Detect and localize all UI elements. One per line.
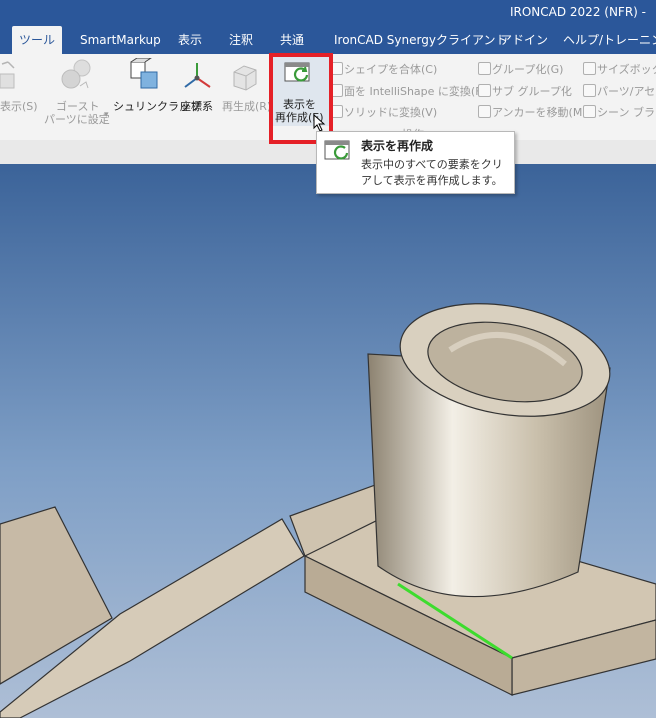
combine-shape-button[interactable]: シェイプを合体(C) [344,61,437,77]
ribbon-tab-bar: ツール SmartMarkup 表示 注釈 共通 IronCAD Synergy… [0,26,656,54]
coordinate-system-button[interactable]: 座標系 [178,58,218,118]
shrinkwrap-button[interactable]: シュリンクラップ [113,58,201,118]
anchor-icon [478,105,491,118]
app-title: IRONCAD 2022 (NFR) - [509,5,646,19]
size-box-button[interactable]: サイズボックス [597,61,656,77]
move-anchor-button[interactable]: アンカーを移動(M) [492,104,587,120]
ghost-label-line2: パーツに設定 [44,113,110,126]
tab-common[interactable]: 共通 [280,26,304,54]
tooltip-description: 表示中のすべての要素をクリアして表示を再作成します。 [361,158,503,187]
redraw-tooltip-icon [324,140,350,160]
coordinate-system-icon [184,63,211,88]
parts-assembly-button[interactable]: パーツ/アセン [597,83,656,99]
title-bar: IRONCAD 2022 (NFR) - [0,0,656,26]
model-scene [0,303,656,718]
regenerate-label: 再生成(R) [222,100,272,113]
coordinate-system-label: 座標系 [180,100,213,113]
show-button[interactable]: 表示(S) [0,58,38,118]
tab-annotation[interactable]: 注釈 [229,26,253,54]
3d-viewport[interactable] [0,164,656,718]
chevron-down-icon[interactable]: ▾ [104,110,109,120]
shrinkwrap-icon [130,58,158,89]
tab-help-training[interactable]: ヘルプ/トレーニング [563,26,656,54]
sub-group-icon [478,84,491,97]
parts-assembly-icon [583,84,596,97]
grouping-icon [478,62,491,75]
grouping-button[interactable]: グループ化(G) [492,61,563,77]
show-label: 表示(S) [0,100,38,113]
tab-tools[interactable]: ツール [12,26,62,54]
tooltip-title: 表示を再作成 [361,139,434,153]
tab-view[interactable]: 表示 [178,26,202,54]
show-icon [0,61,15,89]
size-box-icon [583,62,596,75]
tab-addin[interactable]: アドイン [500,26,548,54]
tooltip: 表示を再作成 表示中のすべての要素をクリアして表示を再作成します。 [316,131,515,194]
ghost-parts-button[interactable]: ゴースト パーツに設定 ▾ [44,58,112,126]
tab-smartmarkup[interactable]: SmartMarkup [80,26,161,54]
regenerate-button[interactable]: 再生成(R) [220,58,272,118]
scene-browser-button[interactable]: シーン ブラウ [597,104,656,120]
sub-group-button[interactable]: サブ グループ化 [492,83,572,99]
face-to-intellishape-button[interactable]: 面を IntelliShape に変換(F) [344,83,486,99]
ghost-icon [61,59,91,89]
tab-synergy-client[interactable]: IronCAD Synergyクライアント [334,26,507,54]
scene-browser-icon [583,105,596,118]
convert-to-solid-button[interactable]: ソリッドに変換(V) [344,104,437,120]
regenerate-icon [233,65,257,91]
